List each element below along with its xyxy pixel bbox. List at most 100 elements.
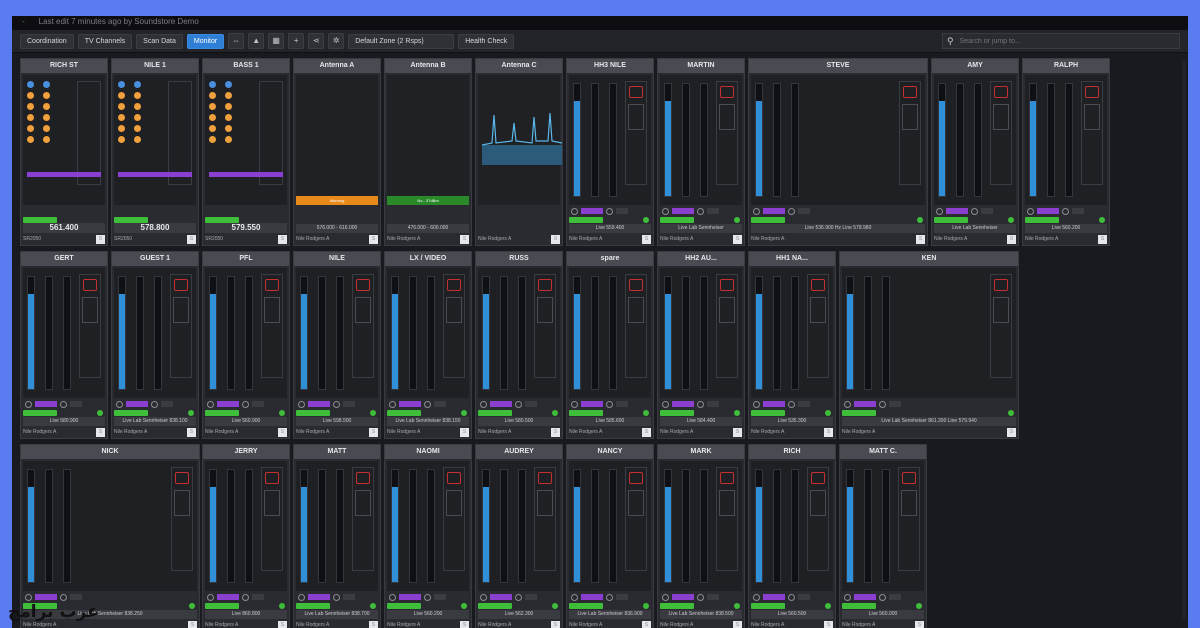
tab-monitor[interactable]: Monitor	[186, 33, 225, 49]
channel-panel[interactable]: RICH Live 560.500 Nile Rodgers A S	[748, 444, 836, 628]
channel-panel[interactable]: spare Live 585.600 Nile Rodgers A S	[566, 251, 654, 439]
headphone-icon[interactable]	[571, 593, 578, 601]
mute-icon[interactable]	[1085, 86, 1099, 98]
tab-scan-data[interactable]: Scan Data	[136, 33, 183, 49]
af-meter	[391, 469, 399, 583]
channel-panel[interactable]: NICK Live Lab Sennheiser 838.250 Nile Rodg…	[20, 444, 200, 628]
headphone-icon[interactable]	[844, 400, 851, 408]
add-icon[interactable]: +	[288, 33, 305, 49]
channel-panel[interactable]: HH3 NILE Live 559.400 Nile Rodgers A S	[566, 58, 654, 246]
channel-panel[interactable]: STEVE Line 536.900 Hz Line 578.980 Nile Ro…	[748, 58, 928, 246]
channel-panel[interactable]: AUDREY Live 562.300 Nile Rodgers A S	[475, 444, 563, 628]
rf-bar	[27, 172, 101, 177]
receiver-side-panel	[168, 81, 192, 185]
receiver-panel[interactable]: BASS 1 579.550 SR2050 S	[202, 58, 290, 246]
mute-icon[interactable]	[811, 472, 825, 484]
channel-panel[interactable]: GERT Live 580.900 Nile Rodgers A S	[20, 251, 108, 439]
antenna-panel[interactable]: Antenna B No - 37dBm 476.000 - 600.000 N…	[384, 58, 472, 246]
channel-panel[interactable]: NAOMI Live 560.200 Nile Rodgers A S	[384, 444, 472, 628]
mute-icon[interactable]	[902, 472, 916, 484]
mute-icon[interactable]	[447, 279, 461, 291]
headphone-icon[interactable]	[207, 593, 214, 601]
antenna-panel[interactable]: Antenna C Nile Rodgers A S	[475, 58, 563, 246]
search-input[interactable]	[957, 36, 1162, 46]
channel-side-panel	[443, 467, 465, 571]
mute-icon[interactable]	[356, 279, 370, 291]
mute-icon[interactable]	[356, 472, 370, 484]
channel-panel[interactable]: AMY Live Lab Sennheiser Nile Rodgers A S	[931, 58, 1019, 246]
mute-icon[interactable]	[994, 279, 1008, 291]
headphone-icon[interactable]	[662, 400, 669, 408]
channel-panel[interactable]: PFL Live 560.900 Nile Rodgers A S	[202, 251, 290, 439]
headphone-icon[interactable]	[571, 400, 578, 408]
mute-icon[interactable]	[538, 279, 552, 291]
mute-icon[interactable]	[720, 472, 734, 484]
channel-panel[interactable]: KEN Live Lab Sennheiser 861.300 Line 579.…	[839, 251, 1019, 439]
receiver-panel[interactable]: NILE 1 578.800 SR2050 S	[111, 58, 199, 246]
mute-icon[interactable]	[720, 279, 734, 291]
channel-panel[interactable]: MATT Live Lab Sennheiser 838.700 Nile Rodg…	[293, 444, 381, 628]
health-check-button[interactable]: Health Check	[458, 33, 515, 49]
channel-info-box	[902, 104, 918, 130]
headphone-icon[interactable]	[662, 593, 669, 601]
mute-icon[interactable]	[994, 86, 1008, 98]
headphone-icon[interactable]	[753, 400, 760, 408]
antenna-panel[interactable]: Antenna A Warning 576.000 - 616.000 Nile…	[293, 58, 381, 246]
channel-panel[interactable]: MARK Live Lab Sennheiser 838.500 Nile Rodg…	[657, 444, 745, 628]
receiver-panel[interactable]: RICH ST 561.400 SR2050 S	[20, 58, 108, 246]
mute-icon[interactable]	[629, 279, 643, 291]
headphone-icon[interactable]	[207, 400, 214, 408]
tab-tv-channels[interactable]: TV Channels	[77, 33, 133, 49]
headphone-icon[interactable]	[844, 593, 851, 601]
headphone-icon[interactable]	[1027, 207, 1034, 215]
headphone-icon[interactable]	[298, 593, 305, 601]
tab-coordination[interactable]: Coordination	[20, 33, 74, 49]
channel-panel[interactable]: MARTIN Live Lab Sennheiser Nile Rodgers A S	[657, 58, 745, 246]
expand-icon[interactable]: ⇔	[228, 33, 245, 49]
mute-icon[interactable]	[175, 472, 189, 484]
headphone-icon[interactable]	[936, 207, 943, 215]
headphone-icon[interactable]	[753, 593, 760, 601]
share-icon[interactable]: ⋖	[308, 33, 325, 49]
settings-icon[interactable]: ✲	[328, 33, 345, 49]
headphone-icon[interactable]	[480, 593, 487, 601]
mute-icon[interactable]	[265, 472, 279, 484]
mute-icon[interactable]	[83, 279, 97, 291]
channel-panel[interactable]: MATT C. Live 560.000 Nile Rodgers A S	[839, 444, 927, 628]
channel-panel[interactable]: GUEST 1 Live Lab Sennheiser 838.100 Nile R…	[111, 251, 199, 439]
mute-icon[interactable]	[629, 86, 643, 98]
headphone-icon[interactable]	[116, 400, 123, 408]
mute-icon[interactable]	[538, 472, 552, 484]
upload-icon[interactable]: ▲	[248, 33, 265, 49]
headphone-icon[interactable]	[480, 400, 487, 408]
af-meter	[118, 276, 126, 390]
headphone-icon[interactable]	[25, 593, 32, 601]
mute-icon[interactable]	[447, 472, 461, 484]
channel-panel[interactable]: NILE Live 598.500 Nile Rodgers A S	[293, 251, 381, 439]
headphone-icon[interactable]	[389, 400, 396, 408]
channel-panel[interactable]: HH1 NA... Live 535.300 Nile Rodgers A S	[748, 251, 836, 439]
channel-panel[interactable]: RUSS Live 580.500 Nile Rodgers A S	[475, 251, 563, 439]
channel-panel[interactable]: JERRY Live 860.800 Nile Rodgers A S	[202, 444, 290, 628]
mute-icon[interactable]	[174, 279, 188, 291]
headphone-icon[interactable]	[298, 400, 305, 408]
mute-icon[interactable]	[720, 86, 734, 98]
mute-icon[interactable]	[629, 472, 643, 484]
headphone-icon[interactable]	[389, 593, 396, 601]
mute-icon[interactable]	[903, 86, 917, 98]
channel-panel[interactable]: RALPH Live 560.200 Nile Rodgers A S	[1022, 58, 1110, 246]
channel-panel[interactable]: HH2 AU... Live 584.400 Nile Rodgers A S	[657, 251, 745, 439]
headphone-icon[interactable]	[753, 207, 760, 215]
headphone-icon[interactable]	[662, 207, 669, 215]
scrollbar[interactable]	[1182, 60, 1186, 620]
headphone-icon[interactable]	[571, 207, 578, 215]
mute-icon[interactable]	[265, 279, 279, 291]
channel-panel[interactable]: LX / VIDEO Live Lab Sennheiser 838.150 Nil…	[384, 251, 472, 439]
channel-panel[interactable]: NANCY Live Lab Sennheiser 836.900 Nile Rod…	[566, 444, 654, 628]
zone-select[interactable]: Default Zone (2 Rsps)	[348, 33, 455, 49]
search-box[interactable]: ⚲	[942, 33, 1180, 49]
grid-icon[interactable]: ▦	[268, 33, 285, 49]
headphone-icon[interactable]	[25, 400, 32, 408]
antenna-footer: Nile Rodgers A S	[387, 234, 469, 244]
mute-icon[interactable]	[811, 279, 825, 291]
